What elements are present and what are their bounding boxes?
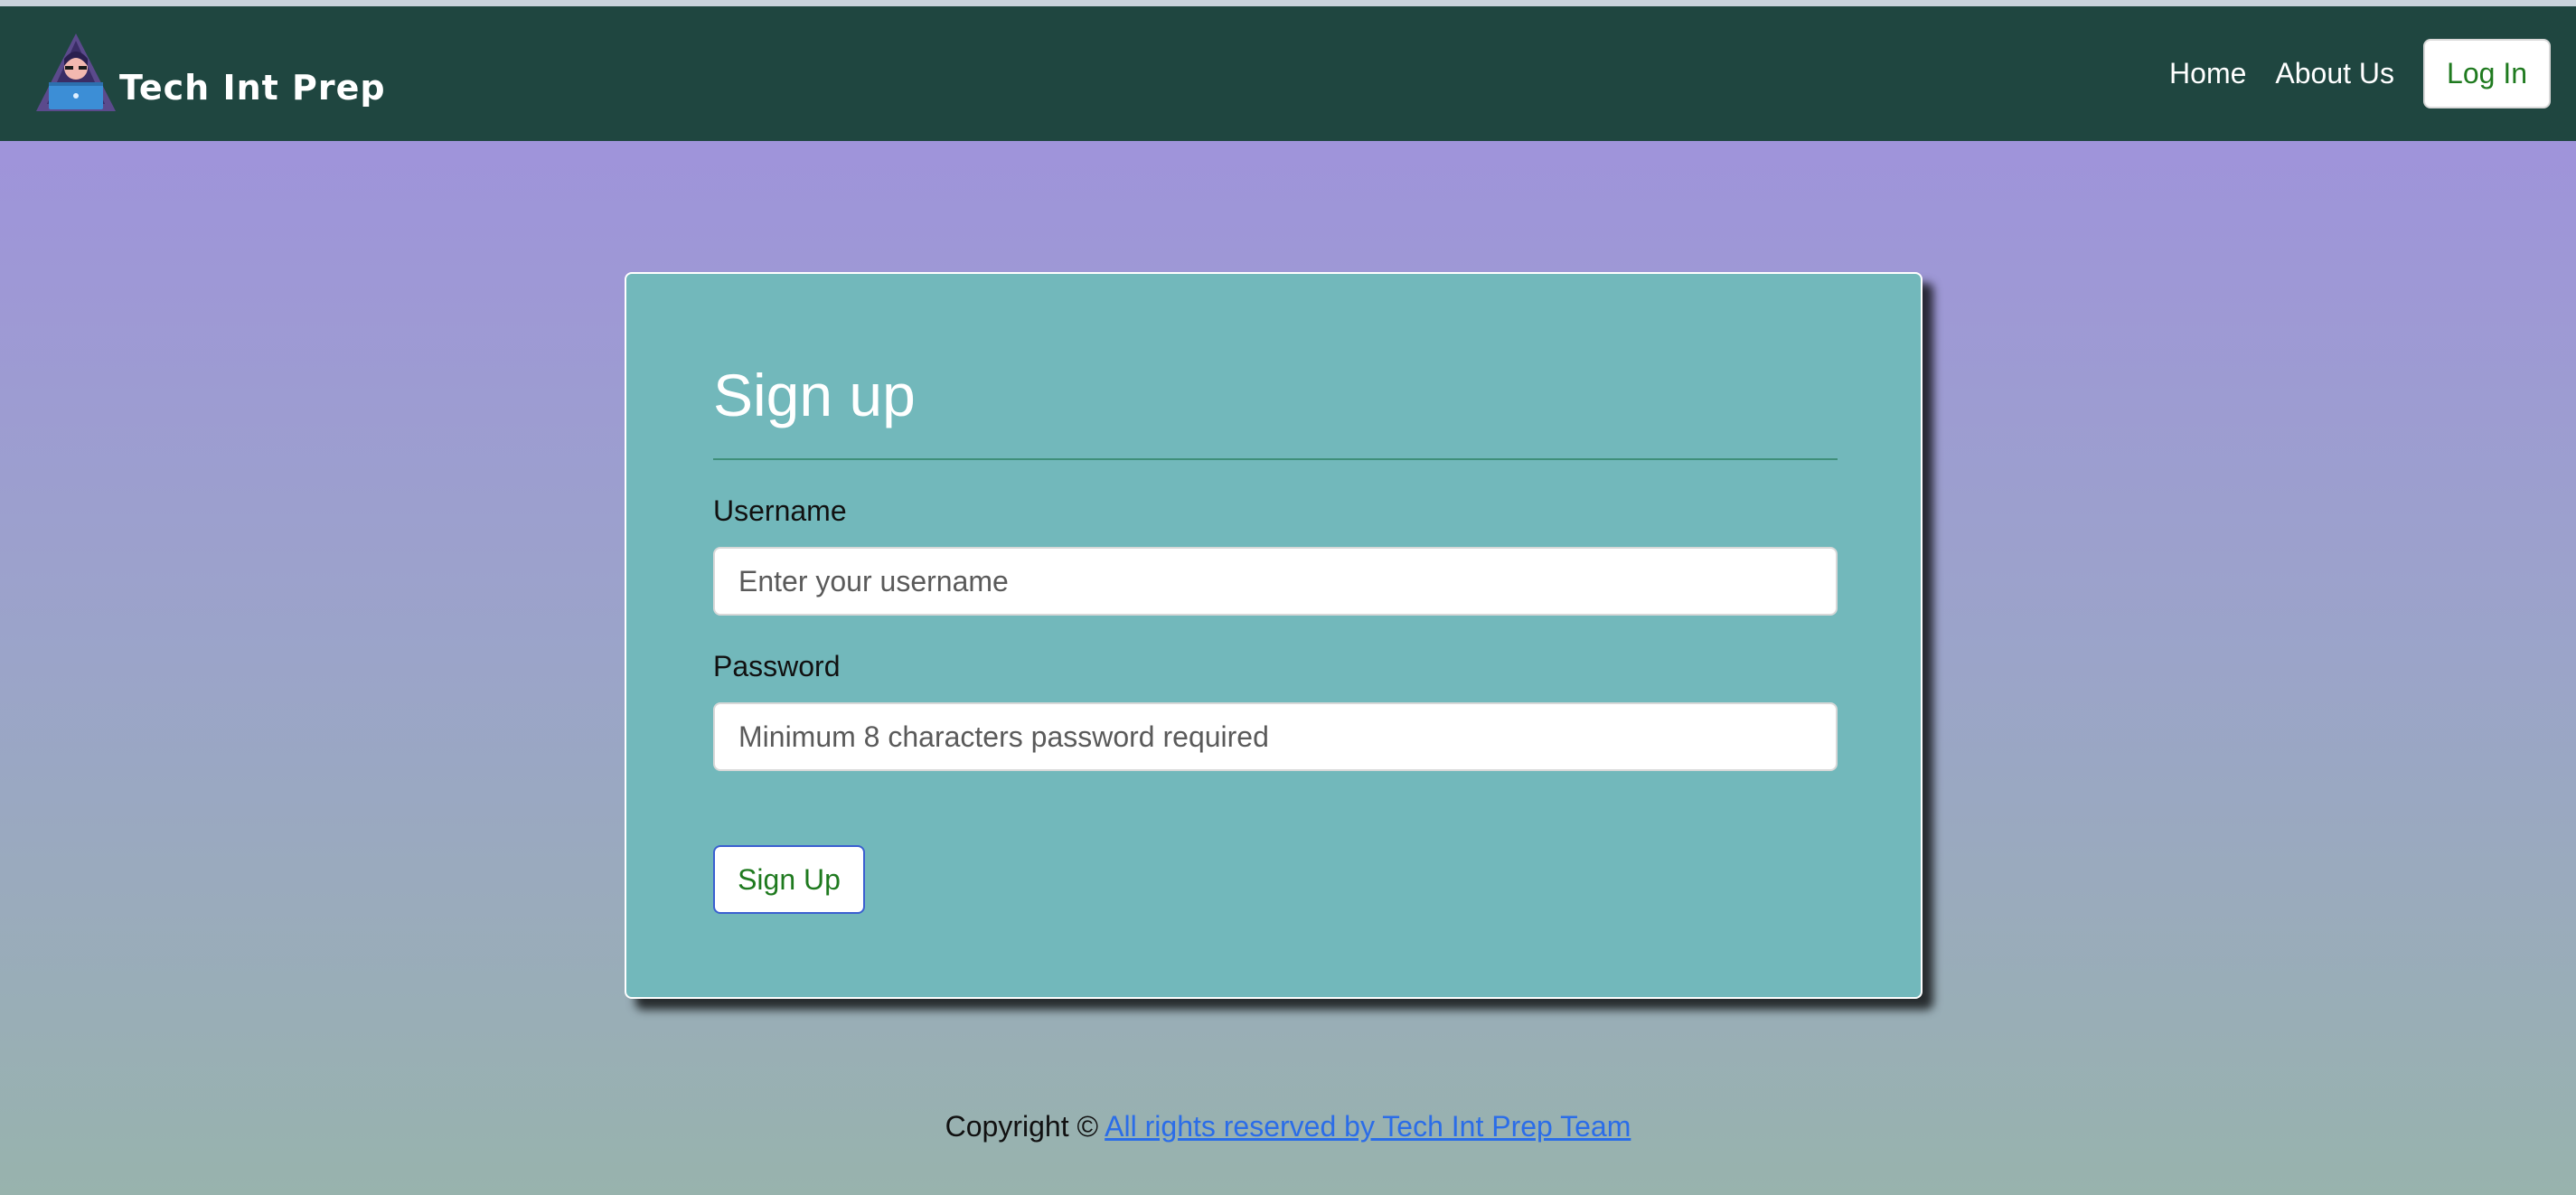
signup-button[interactable]: Sign Up bbox=[713, 845, 865, 914]
page-title: Sign up bbox=[713, 362, 916, 428]
copyright-text: Copyright © bbox=[945, 1110, 1099, 1143]
browser-top-strip bbox=[0, 0, 2576, 6]
username-label: Username bbox=[713, 494, 847, 527]
password-label: Password bbox=[713, 650, 841, 682]
username-input[interactable] bbox=[713, 547, 1838, 616]
nav-link-about-us[interactable]: About Us bbox=[2275, 57, 2394, 90]
title-divider bbox=[713, 458, 1838, 460]
hacker-avatar-logo-icon bbox=[36, 33, 116, 111]
nav-links: Home About Us Log In bbox=[2169, 39, 2551, 108]
login-button[interactable]: Log In bbox=[2423, 39, 2551, 108]
nav-link-home[interactable]: Home bbox=[2169, 57, 2246, 90]
footer: Copyright © All rights reserved by Tech … bbox=[0, 1110, 2576, 1143]
brand[interactable]: Tech Int Prep bbox=[33, 26, 386, 113]
signup-card: Sign up Username Password Sign Up bbox=[625, 272, 1923, 999]
password-input[interactable] bbox=[713, 702, 1838, 771]
navbar: Tech Int Prep Home About Us Log In bbox=[0, 6, 2576, 141]
brand-name: Tech Int Prep bbox=[119, 68, 386, 108]
rights-link[interactable]: All rights reserved by Tech Int Prep Tea… bbox=[1105, 1110, 1631, 1143]
